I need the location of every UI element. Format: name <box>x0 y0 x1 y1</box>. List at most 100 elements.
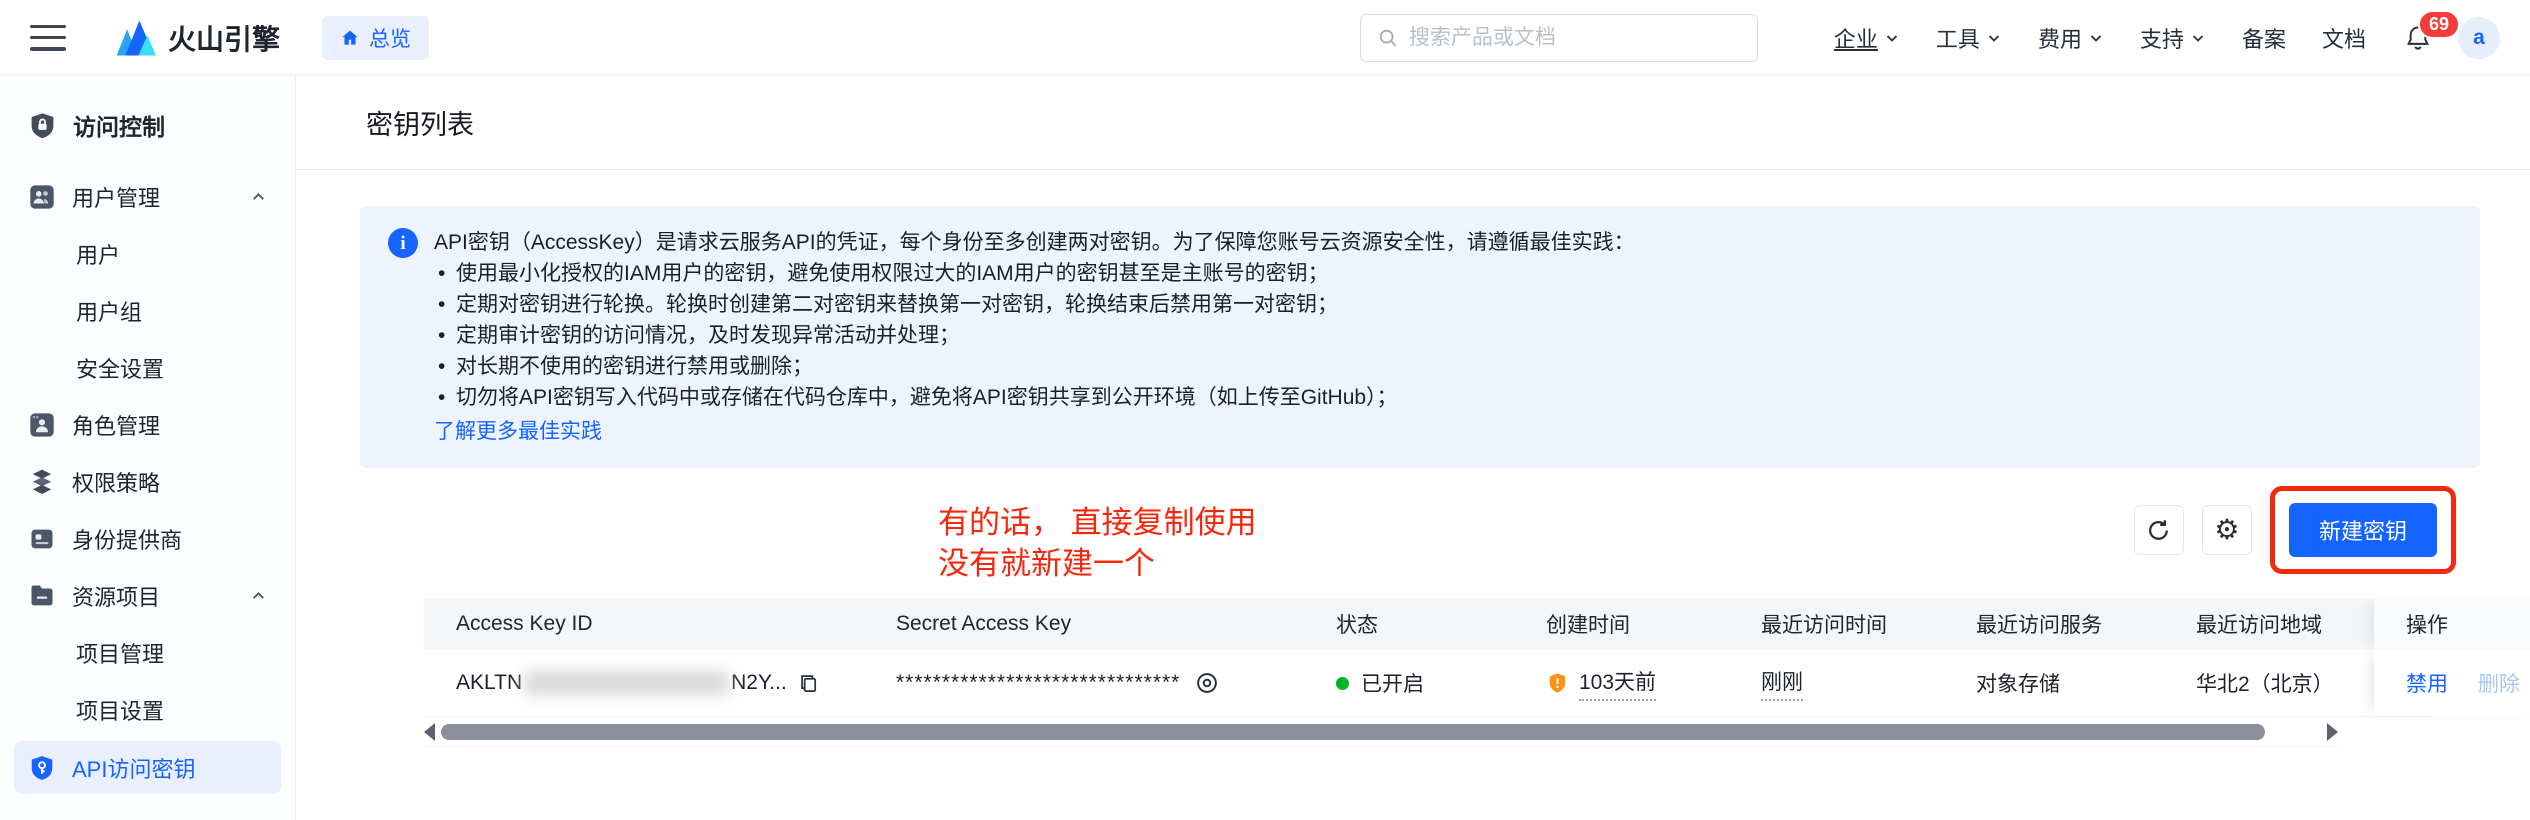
sidebar: 访问控制 用户管理 用户 用户组 安全设置 角色管理 权限策略 身份提供商 资源… <box>0 76 296 820</box>
main-content: 密钥列表 i API密钥（AccessKey）是请求云服务API的凭证，每个身份… <box>296 76 2530 820</box>
menu-icp[interactable]: 备案 <box>2242 22 2286 54</box>
status-cell: 已开启 <box>1304 650 1514 716</box>
banner-bullet-list: 使用最小化授权的IAM用户的密钥，避免使用权限过大的IAM用户的密钥甚至是主账号… <box>434 258 1635 413</box>
menu-docs[interactable]: 文档 <box>2322 22 2366 54</box>
col-header-last-access-time: 最近访问时间 <box>1761 614 1887 637</box>
banner-body: API密钥（AccessKey）是请求云服务API的凭证，每个身份至多创建两对密… <box>434 227 1635 447</box>
secret-access-key-cell: ******************************* <box>864 650 1304 716</box>
last-access-time-cell: 刚刚 <box>1729 650 1944 716</box>
sidebar-item-project-management[interactable]: 项目管理 <box>0 624 295 681</box>
last-access-service-cell: 对象存储 <box>1976 673 2060 696</box>
page-title: 密钥列表 <box>366 110 474 140</box>
brand-logo[interactable]: 火山引擎 <box>114 18 280 58</box>
menu-billing[interactable]: 费用 <box>2038 22 2104 54</box>
created-value[interactable]: 103天前 <box>1579 666 1657 701</box>
best-practices-banner: i API密钥（AccessKey）是请求云服务API的凭证，每个身份至多创建两… <box>360 206 2480 468</box>
top-navbar: 火山引擎 总览 企业 工具 费用 <box>0 0 2530 76</box>
refresh-button[interactable] <box>2133 505 2184 555</box>
brand-name: 火山引擎 <box>168 23 281 55</box>
red-annotation-text: 有的话， 直接复制使用 没有就新建一个 <box>938 505 1257 581</box>
sidebar-item-identity-provider[interactable]: 身份提供商 <box>0 510 295 567</box>
scrollbar-thumb[interactable] <box>441 723 2265 740</box>
sidebar-item-policies[interactable]: 权限策略 <box>0 453 295 510</box>
api-key-console-screen: 火山引擎 总览 企业 工具 费用 <box>0 0 2530 820</box>
col-header-status: 状态 <box>1336 614 1378 637</box>
copy-icon[interactable] <box>797 672 820 695</box>
chevron-down-icon <box>1886 34 1898 42</box>
search-icon <box>1377 27 1399 49</box>
sidebar-item-resource-projects[interactable]: 资源项目 <box>0 567 295 624</box>
key-table: Access Key ID Secret Access Key 状态 创建时间 … <box>424 598 2530 747</box>
search-input[interactable] <box>1408 25 1741 50</box>
info-icon: i <box>388 228 418 258</box>
layers-icon <box>32 469 52 494</box>
col-header-access-key-id: Access Key ID <box>456 612 593 635</box>
refresh-icon <box>2149 519 2169 540</box>
banner-bullet: 定期对密钥进行轮换。轮换时创建第二对密钥来替换第一对密钥，轮换结束后禁用第一对密… <box>434 289 1635 320</box>
chevron-down-icon <box>2192 34 2204 42</box>
banner-intro: API密钥（AccessKey）是请求云服务API的凭证，每个身份至多创建两对密… <box>434 231 1635 254</box>
shield-key-icon <box>31 755 53 780</box>
col-header-last-access-region: 最近访问地域 <box>2196 614 2322 637</box>
status-label: 已开启 <box>1361 673 1424 696</box>
col-header-created: 创建时间 <box>1546 614 1630 637</box>
chevron-up-icon <box>253 591 264 599</box>
disable-key-link[interactable]: 禁用 <box>2406 668 2448 698</box>
banner-bullet: 定期审计密钥的访问情况，及时发现异常活动并处理； <box>434 320 1635 351</box>
sidebar-item-security-settings[interactable]: 安全设置 <box>0 339 295 396</box>
sidebar-item-role-management[interactable]: 角色管理 <box>0 396 295 453</box>
annotation-highlight-box: 新建密钥 <box>2269 486 2456 574</box>
menu-hamburger-icon[interactable] <box>30 24 66 51</box>
sidebar-item-users[interactable]: 用户 <box>0 225 295 282</box>
sidebar-item-project-settings[interactable]: 项目设置 <box>0 681 295 738</box>
scroll-left-arrow[interactable] <box>424 722 435 741</box>
users-icon <box>30 184 54 209</box>
banner-bullet: 对长期不使用的密钥进行禁用或删除； <box>434 351 1635 382</box>
scroll-right-arrow[interactable] <box>2327 722 2338 741</box>
horizontal-scrollbar <box>424 717 2338 747</box>
global-search[interactable] <box>1359 13 1758 62</box>
overview-tab-label: 总览 <box>369 27 412 51</box>
scrollbar-track[interactable] <box>441 723 2321 740</box>
shield-lock-icon <box>31 112 54 138</box>
gear-icon: ⚙ <box>2214 514 2240 545</box>
overview-tab[interactable]: 总览 <box>322 15 430 60</box>
col-header-actions: 操作 <box>2374 598 2530 650</box>
chevron-down-icon <box>2090 34 2102 42</box>
sidebar-item-user-management[interactable]: 用户管理 <box>0 168 295 225</box>
redacted-key-blur <box>524 671 730 695</box>
sidebar-item-user-groups[interactable]: 用户组 <box>0 282 295 339</box>
status-dot-green <box>1336 676 1349 690</box>
page-header: 密钥列表 <box>296 76 2530 170</box>
folder-icon <box>31 585 53 605</box>
notifications-button[interactable]: 69 <box>2404 9 2461 52</box>
role-icon <box>30 412 54 437</box>
table-header-row: Access Key ID Secret Access Key 状态 创建时间 … <box>424 598 2530 650</box>
navbar-menus: 企业 工具 费用 支持 备案 文档 <box>1834 22 2366 54</box>
last-access-time-value[interactable]: 刚刚 <box>1761 666 1803 701</box>
eye-icon[interactable] <box>1194 670 1220 696</box>
volcengine-logo-icon <box>114 20 156 56</box>
id-card-icon <box>31 529 53 548</box>
menu-tools[interactable]: 工具 <box>1936 22 2002 54</box>
menu-support[interactable]: 支持 <box>2140 22 2206 54</box>
menu-enterprise[interactable]: 企业 <box>1834 22 1900 54</box>
create-key-button[interactable]: 新建密钥 <box>2288 503 2437 557</box>
col-header-secret-access-key: Secret Access Key <box>896 612 1072 635</box>
delete-key-link[interactable]: 删除 <box>2478 668 2520 698</box>
col-header-last-access-service: 最近访问服务 <box>1976 614 2102 637</box>
last-access-region-cell: 华北2（北京） <box>2196 673 2334 696</box>
created-cell: 103天前 <box>1514 650 1729 716</box>
notification-badge: 69 <box>2418 9 2461 39</box>
toolbar-actions: ⚙ 新建密钥 <box>2133 474 2456 586</box>
avatar[interactable]: a <box>2458 16 2500 59</box>
settings-button[interactable]: ⚙ <box>2201 505 2252 555</box>
table-row: AKLTN N2Y... ***************************… <box>424 650 2530 717</box>
sidebar-item-api-access-keys[interactable]: API访问密钥 <box>14 741 281 794</box>
table-toolbar: 有的话， 直接复制使用 没有就新建一个 ⚙ 新建密钥 <box>360 468 2480 598</box>
sidebar-service-title: 访问控制 <box>0 76 295 168</box>
chevron-up-icon <box>253 192 264 200</box>
home-icon <box>340 28 360 48</box>
access-key-id-cell: AKLTN N2Y... <box>424 650 864 716</box>
learn-more-link[interactable]: 了解更多最佳实践 <box>434 416 602 447</box>
